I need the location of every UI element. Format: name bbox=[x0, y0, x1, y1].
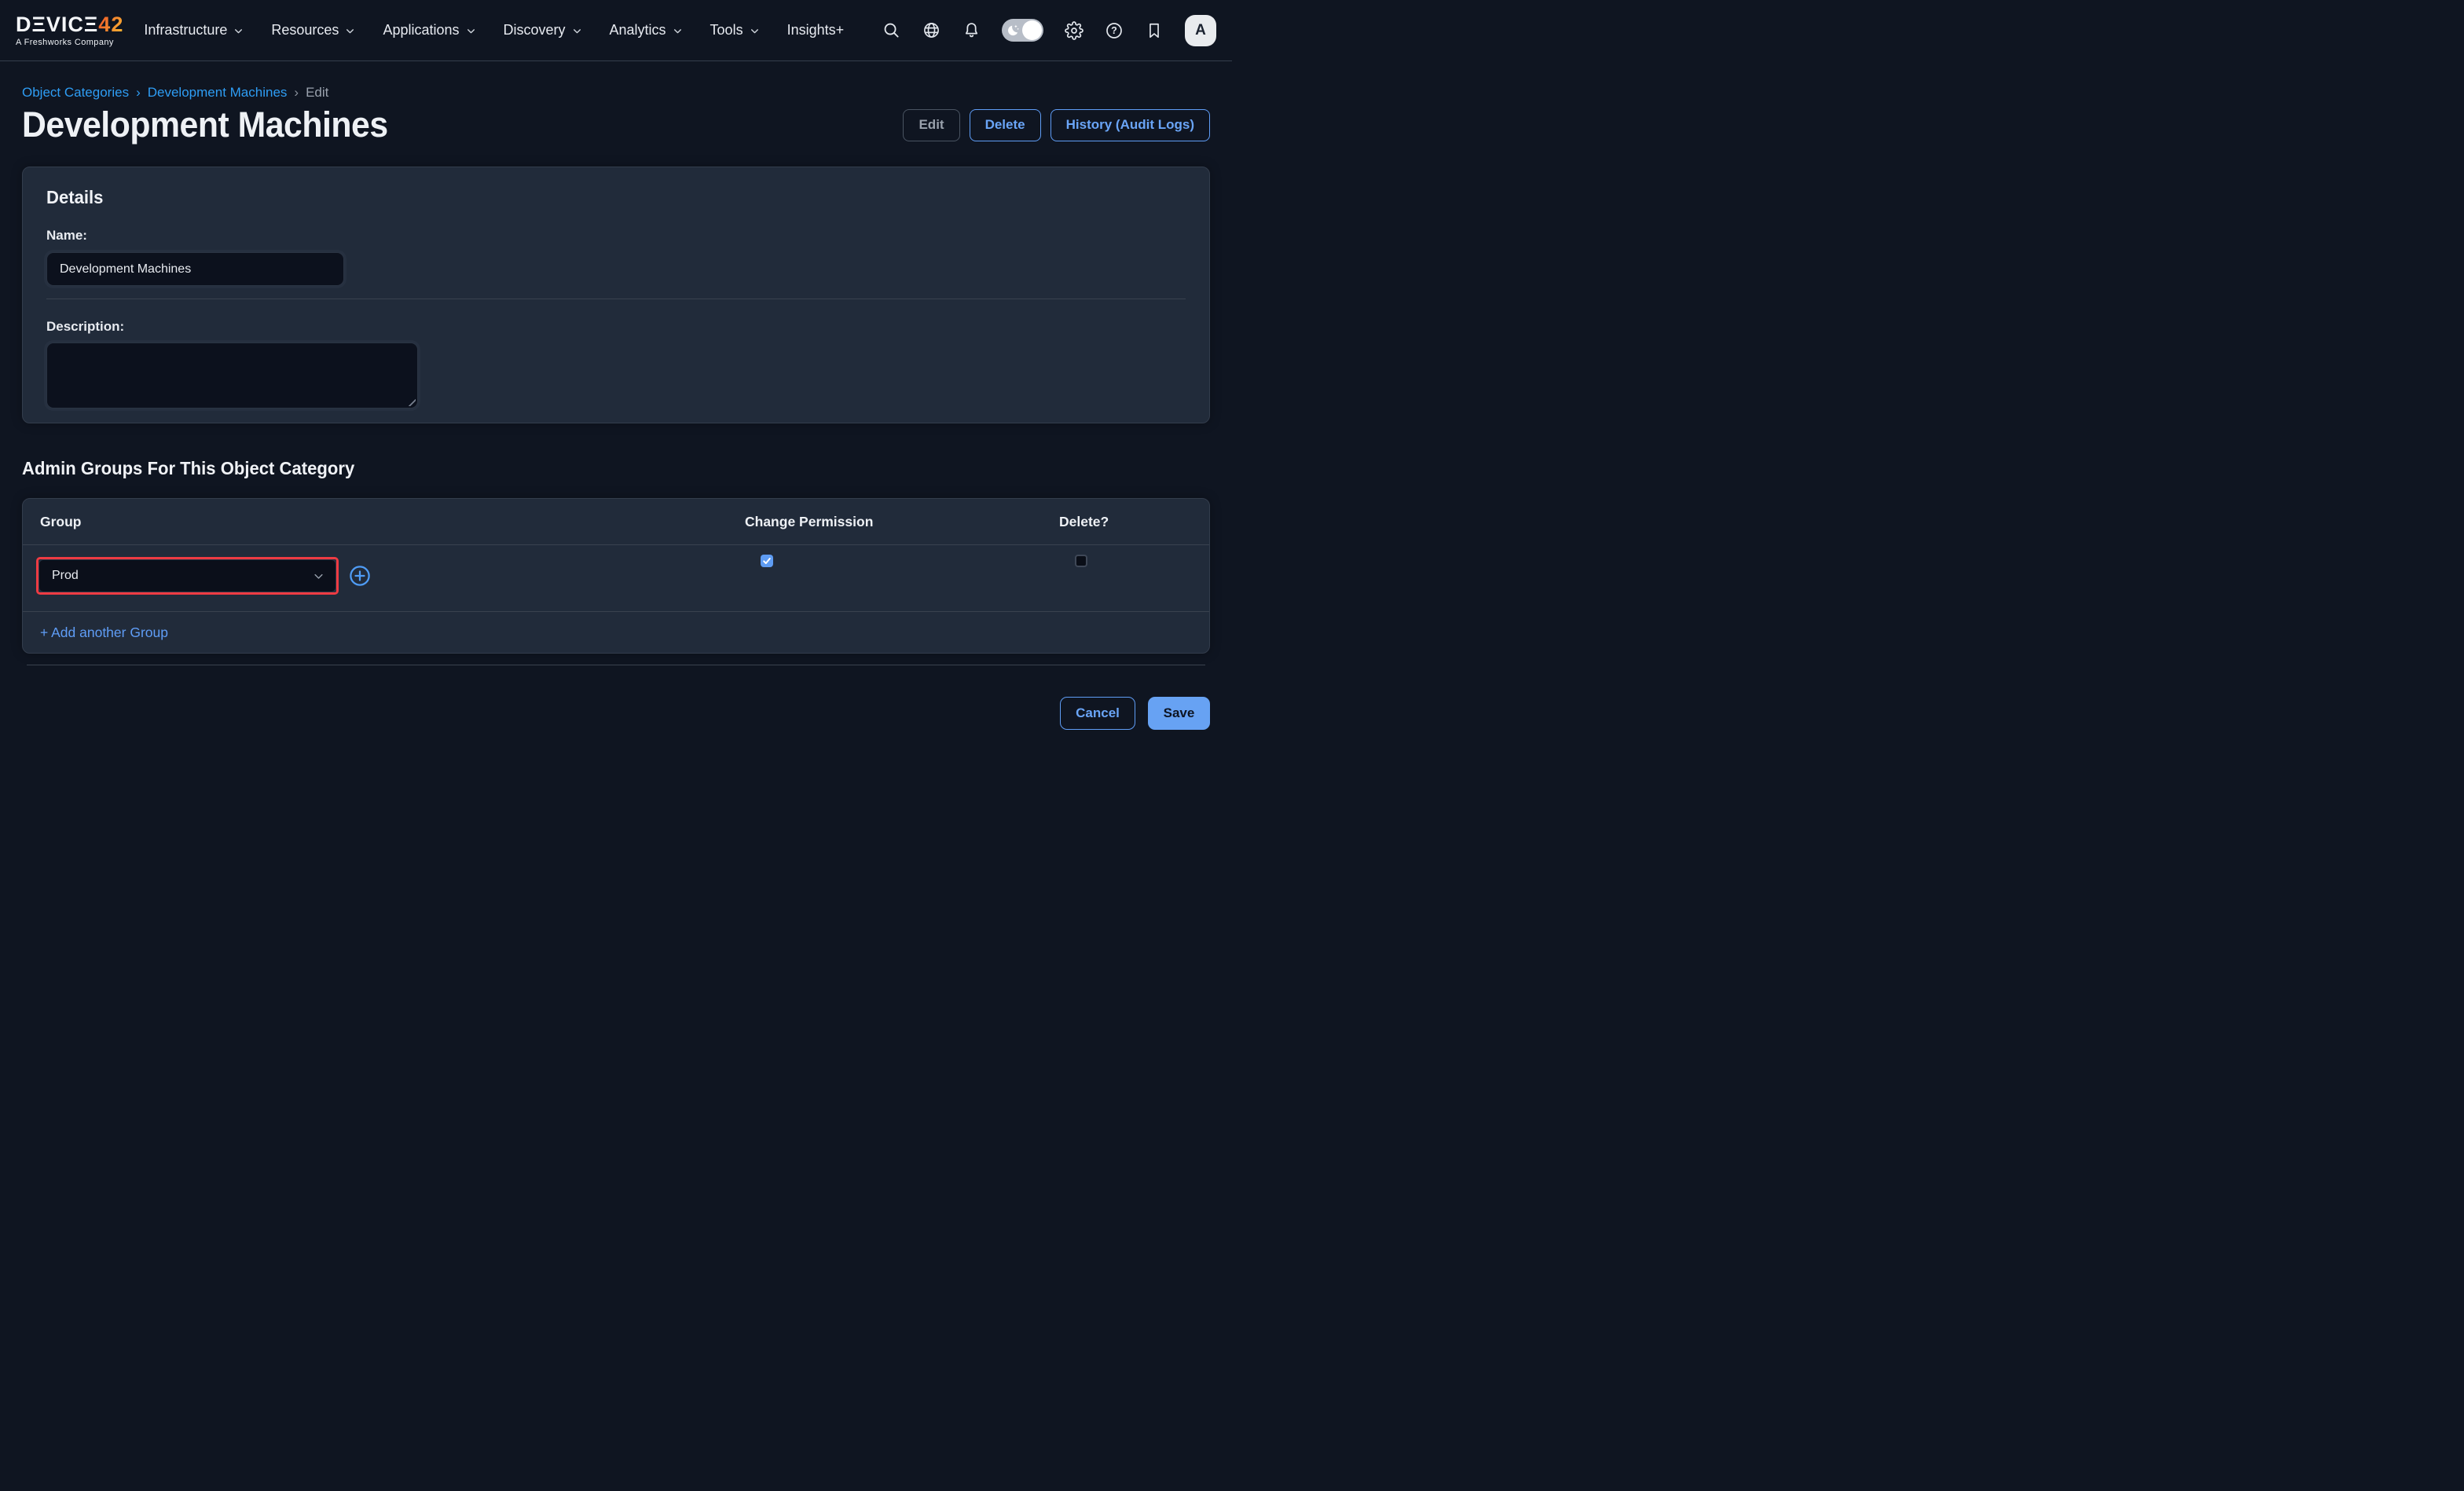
svg-text:?: ? bbox=[1111, 25, 1117, 36]
bookmark-icon[interactable] bbox=[1145, 21, 1164, 40]
admin-groups-heading: Admin Groups For This Object Category bbox=[22, 458, 1163, 479]
table-header-row: Group Change Permission Delete? bbox=[23, 499, 1209, 544]
breadcrumb-object-categories[interactable]: Object Categories bbox=[22, 85, 129, 101]
menu-resources[interactable]: Resources bbox=[271, 22, 355, 38]
avatar[interactable]: A bbox=[1185, 15, 1216, 46]
name-label: Name: bbox=[46, 228, 1186, 244]
description-textarea[interactable] bbox=[46, 343, 418, 408]
breadcrumb-separator: › bbox=[294, 85, 299, 101]
menu-insights[interactable]: Insights+ bbox=[787, 22, 845, 38]
change-permission-checkbox[interactable] bbox=[761, 555, 773, 567]
main-content: Object Categories › Development Machines… bbox=[0, 85, 1232, 730]
description-label: Description: bbox=[46, 319, 1186, 335]
device42-logo[interactable]: DΞVICΞ42 A Freshworks Company bbox=[16, 14, 123, 47]
table-row: Prod bbox=[23, 544, 1209, 611]
chevron-down-icon bbox=[313, 570, 324, 582]
breadcrumb-current: Edit bbox=[306, 85, 328, 101]
footer-actions: Cancel Save bbox=[22, 697, 1210, 730]
cancel-button[interactable]: Cancel bbox=[1060, 697, 1135, 730]
menu-applications[interactable]: Applications bbox=[383, 22, 475, 38]
breadcrumb: Object Categories › Development Machines… bbox=[22, 85, 1210, 101]
menu-infrastructure[interactable]: Infrastructure bbox=[144, 22, 244, 38]
logo-wordmark: DΞVICΞ42 bbox=[16, 14, 123, 35]
globe-icon[interactable] bbox=[922, 21, 940, 40]
chevron-down-icon bbox=[572, 26, 582, 36]
delete-button[interactable]: Delete bbox=[970, 109, 1041, 141]
page-title: Development Machines bbox=[22, 104, 388, 145]
chevron-down-icon bbox=[750, 26, 760, 36]
gear-icon[interactable] bbox=[1065, 21, 1084, 40]
chevron-down-icon bbox=[233, 26, 244, 36]
delete-cell bbox=[1037, 555, 1209, 567]
table-footer-row: + Add another Group bbox=[23, 611, 1209, 653]
group-cell: Prod bbox=[23, 557, 723, 595]
details-card: Details Name: Description: bbox=[22, 167, 1210, 423]
add-another-group-link[interactable]: + Add another Group bbox=[40, 625, 168, 641]
name-input[interactable] bbox=[46, 252, 344, 286]
logo-42: 42 bbox=[98, 13, 123, 36]
admin-groups-table: Group Change Permission Delete? Prod bbox=[22, 498, 1210, 654]
top-nav: DΞVICΞ42 A Freshworks Company Infrastruc… bbox=[0, 0, 1232, 61]
menu-analytics[interactable]: Analytics bbox=[610, 22, 683, 38]
main-menu: Infrastructure Resources Applications Di… bbox=[144, 22, 844, 38]
group-select-red-highlight: Prod bbox=[36, 557, 339, 595]
add-group-plus-icon[interactable] bbox=[348, 564, 372, 588]
nav-right-icons: ? A bbox=[882, 15, 1216, 46]
check-icon bbox=[762, 556, 772, 566]
column-header-change-permission: Change Permission bbox=[723, 514, 1037, 530]
search-icon[interactable] bbox=[882, 21, 900, 40]
save-button[interactable]: Save bbox=[1148, 697, 1210, 730]
chevron-down-icon bbox=[466, 26, 476, 36]
description-field-wrap bbox=[46, 343, 418, 408]
theme-toggle[interactable] bbox=[1002, 19, 1043, 42]
title-row: Development Machines Edit Delete History… bbox=[22, 104, 1210, 145]
group-select[interactable]: Prod bbox=[38, 559, 336, 592]
column-header-delete: Delete? bbox=[1037, 514, 1209, 530]
delete-checkbox[interactable] bbox=[1075, 555, 1087, 567]
page-actions: Edit Delete History (Audit Logs) bbox=[903, 109, 1210, 141]
breadcrumb-development-machines[interactable]: Development Machines bbox=[148, 85, 288, 101]
chevron-down-icon bbox=[673, 26, 683, 36]
help-icon[interactable]: ? bbox=[1105, 21, 1124, 40]
group-select-value: Prod bbox=[52, 569, 79, 583]
chevron-down-icon bbox=[345, 26, 355, 36]
breadcrumb-separator: › bbox=[136, 85, 141, 101]
history-audit-logs-button[interactable]: History (Audit Logs) bbox=[1050, 109, 1210, 141]
column-header-group: Group bbox=[23, 514, 723, 530]
bell-icon[interactable] bbox=[962, 21, 981, 40]
menu-discovery[interactable]: Discovery bbox=[504, 22, 582, 38]
toggle-knob bbox=[1022, 20, 1042, 40]
details-heading: Details bbox=[46, 187, 1140, 208]
edit-button[interactable]: Edit bbox=[903, 109, 959, 141]
logo-tagline: A Freshworks Company bbox=[16, 38, 123, 47]
menu-tools[interactable]: Tools bbox=[710, 22, 760, 38]
change-permission-cell bbox=[723, 555, 1037, 567]
moon-stars-icon bbox=[1006, 23, 1021, 38]
